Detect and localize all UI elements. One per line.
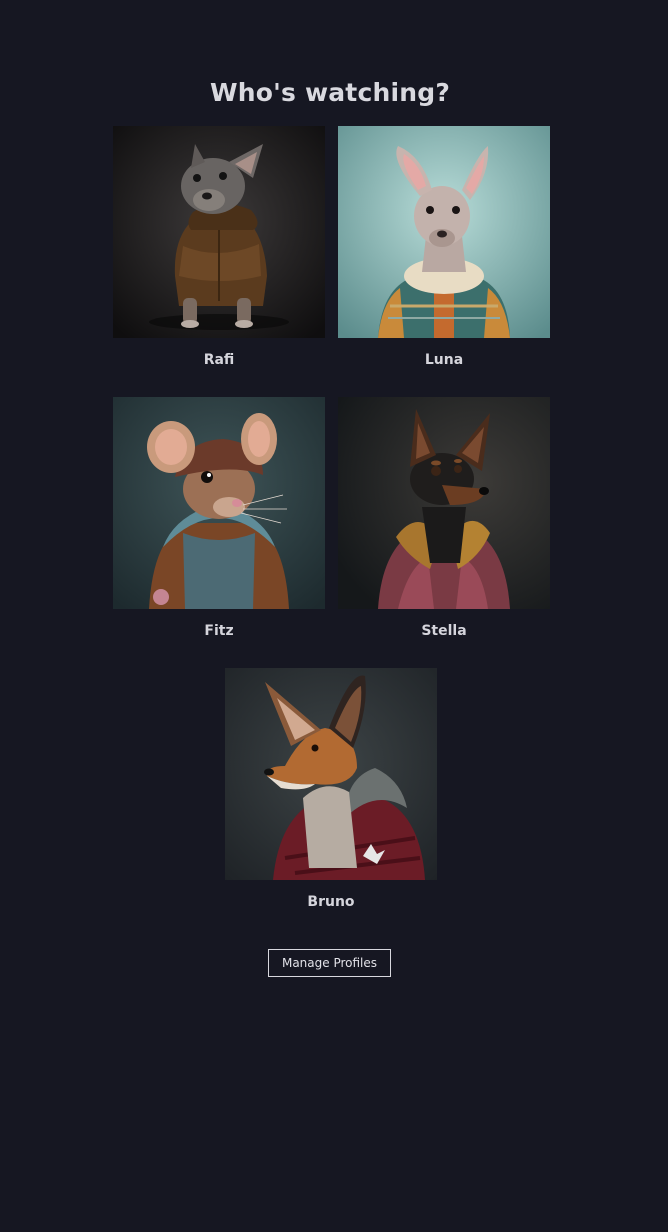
dog-avatar-icon[interactable] xyxy=(338,397,550,609)
manage-profiles-button[interactable]: Manage Profiles xyxy=(268,949,391,977)
profile-name: Bruno xyxy=(307,894,355,910)
profile-name: Stella xyxy=(421,623,467,639)
mouse-avatar-icon[interactable] xyxy=(113,397,325,609)
dog-avatar-icon[interactable] xyxy=(113,126,325,338)
profile-fitz[interactable]: Fitz xyxy=(113,397,325,639)
profile-rafi[interactable]: Rafi xyxy=(113,126,325,368)
dog-avatar-icon[interactable] xyxy=(338,126,550,338)
profile-picker-page: Who's watching? Rafi Luna Fitz Stella Br… xyxy=(0,0,668,1232)
profile-bruno[interactable]: Bruno xyxy=(225,668,437,910)
profile-luna[interactable]: Luna xyxy=(338,126,550,368)
fox-avatar-icon[interactable] xyxy=(225,668,437,880)
profile-stella[interactable]: Stella xyxy=(338,397,550,639)
profile-name: Rafi xyxy=(203,352,235,368)
page-title: Who's watching? xyxy=(209,78,451,107)
profile-name: Luna xyxy=(424,352,464,368)
profile-name: Fitz xyxy=(204,623,234,639)
